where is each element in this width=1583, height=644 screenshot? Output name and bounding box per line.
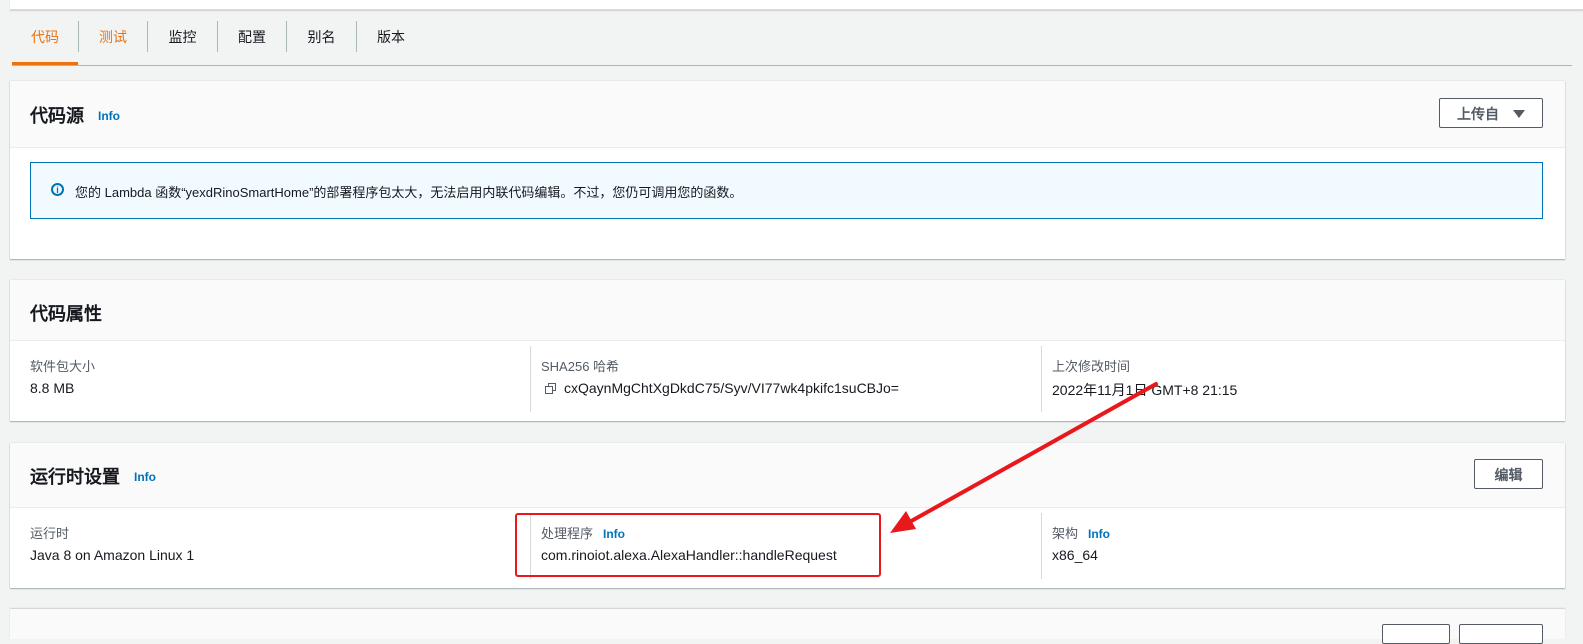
sha256-value: cxQaynMgChtXgDkdC75/Syv/VI77wk4pkifc1suC… — [564, 380, 899, 396]
upload-from-label: 上传自 — [1457, 106, 1499, 122]
handler-label: 处理程序 — [541, 526, 594, 541]
partial-button[interactable] — [1382, 624, 1450, 644]
runtime-settings-heading: 运行时设置 Info — [30, 463, 156, 489]
handler-value: com.rinoiot.alexa.AlexaHandler::handleRe… — [541, 547, 837, 563]
code-source-info-link[interactable]: Info — [98, 109, 120, 123]
handler-info-link[interactable]: Info — [603, 527, 625, 541]
caret-down-icon — [1513, 110, 1525, 118]
code-source-heading: 代码源 Info — [30, 102, 120, 128]
last-modified-value: 2022年11月1日 GMT+8 21:15 — [1052, 382, 1238, 398]
upload-from-button[interactable]: 上传自 — [1439, 98, 1543, 128]
runtime-label: 运行时 — [30, 526, 70, 541]
copy-icon[interactable] — [545, 383, 556, 394]
runtime-settings-title: 运行时设置 — [30, 467, 120, 487]
last-modified-label: 上次修改时间 — [1052, 359, 1131, 374]
architecture-column: 架构 Info x86_64 — [1041, 513, 1542, 579]
tab-code[interactable]: 代码 — [12, 15, 78, 65]
runtime-settings-panel: 运行时设置 Info 编辑 运行时 Java 8 on Amazon Linux … — [10, 443, 1565, 588]
tab-test[interactable]: 测试 — [79, 15, 147, 62]
alert-message: 您的 Lambda 函数“yexdRinoSmartHome”的部署程序包太大，… — [75, 185, 743, 200]
architecture-label-row: 架构 Info — [1052, 523, 1110, 542]
info-circle-icon: i — [51, 183, 64, 196]
code-properties-title: 代码属性 — [30, 304, 102, 324]
sha256-value-row: cxQaynMgChtXgDkdC75/Syv/VI77wk4pkifc1suC… — [545, 380, 899, 396]
tab-versions[interactable]: 版本 — [357, 15, 425, 62]
code-source-title: 代码源 — [30, 106, 84, 126]
package-size-column: 软件包大小 8.8 MB — [30, 340, 530, 406]
code-source-panel: 代码源 Info 上传自 i 您的 Lambda 函数“yexdRinoSmart… — [10, 81, 1565, 259]
tab-aliases[interactable]: 别名 — [287, 15, 356, 62]
architecture-label: 架构 — [1052, 526, 1079, 541]
code-properties-panel: 代码属性 软件包大小 8.8 MB SHA256 哈希 cxQaynMgChtX… — [10, 280, 1565, 421]
function-tabs: 代码 测试 监控 配置 别名 版本 — [12, 15, 1572, 66]
architecture-value: x86_64 — [1052, 547, 1098, 563]
runtime-column: 运行时 Java 8 on Amazon Linux 1 — [30, 507, 530, 573]
handler-label-row: 处理程序 Info — [541, 523, 625, 542]
last-modified-column: 上次修改时间 2022年11月1日 GMT+8 21:15 — [1041, 346, 1542, 412]
runtime-value: Java 8 on Amazon Linux 1 — [30, 547, 195, 563]
code-source-header: 代码源 Info 上传自 — [10, 81, 1565, 148]
previous-panel-edge — [10, 0, 1583, 10]
runtime-settings-header: 运行时设置 Info 编辑 — [10, 443, 1565, 508]
code-properties-header: 代码属性 — [10, 280, 1565, 341]
info-alert: i 您的 Lambda 函数“yexdRinoSmartHome”的部署程序包太… — [30, 162, 1543, 219]
runtime-settings-info-link[interactable]: Info — [134, 470, 156, 484]
partial-button[interactable] — [1459, 624, 1543, 644]
handler-column: 处理程序 Info com.rinoiot.alexa.AlexaHandler:… — [530, 513, 1021, 579]
sha256-column: SHA256 哈希 cxQaynMgChtXgDkdC75/Syv/VI77wk… — [530, 346, 1021, 412]
edit-button[interactable]: 编辑 — [1474, 459, 1543, 489]
tab-configuration[interactable]: 配置 — [218, 15, 286, 62]
package-size-value: 8.8 MB — [30, 380, 75, 396]
sha256-label: SHA256 哈希 — [541, 359, 620, 374]
package-size-label: 软件包大小 — [30, 359, 96, 374]
architecture-info-link[interactable]: Info — [1088, 527, 1110, 541]
tab-monitor[interactable]: 监控 — [148, 15, 217, 62]
